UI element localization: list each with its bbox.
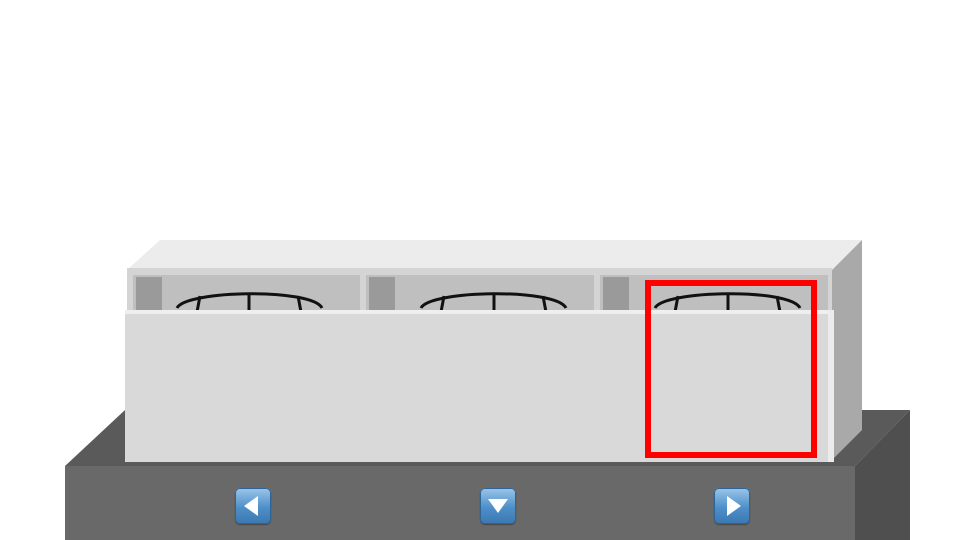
previous-unit-button[interactable]	[235, 488, 271, 524]
equipment-viewer	[0, 0, 960, 540]
cabinet-side	[832, 240, 862, 460]
vent-bay-2	[366, 275, 594, 313]
cabinet-front-panel	[125, 312, 830, 462]
arrow-down-icon	[488, 499, 508, 513]
arrow-left-icon	[244, 496, 258, 516]
lower-view-button[interactable]	[480, 488, 516, 524]
next-unit-button[interactable]	[714, 488, 750, 524]
vent-bay-1	[133, 275, 360, 313]
front-panel-side-edge	[828, 310, 834, 462]
cabinet-top	[127, 240, 862, 270]
equipment-scene	[65, 240, 910, 540]
arrow-right-icon	[727, 496, 741, 516]
